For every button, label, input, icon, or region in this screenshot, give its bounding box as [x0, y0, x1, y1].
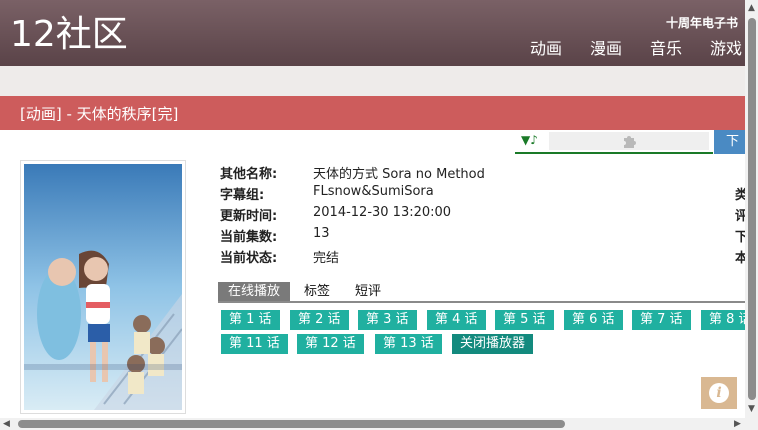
close-player-button[interactable]: 关闭播放器	[452, 334, 534, 354]
info-label: 更新时间:	[220, 209, 278, 224]
anime-info: 其他名称: 天体的方式 Sora no Method 字幕组: FLsnow&S…	[220, 163, 740, 268]
episode-button[interactable]: 第 8 话	[701, 310, 745, 330]
header-band	[0, 66, 758, 96]
player-underline	[515, 152, 713, 154]
episode-button[interactable]: 第 7 话	[632, 310, 691, 330]
info-row-updated: 更新时间: 2014-12-30 13:20:00	[220, 205, 740, 226]
scroll-up-arrow-icon[interactable]: ▲	[748, 3, 755, 13]
episode-button[interactable]: 第 12 话	[297, 334, 364, 354]
nav-item-manga[interactable]: 漫画	[590, 38, 622, 60]
page-title-bar: [动画] - 天体的秩序[完]	[0, 96, 758, 130]
scroll-right-arrow-icon[interactable]: ▶	[734, 419, 741, 429]
info-label: 其他名称:	[220, 167, 278, 182]
info-value: 13	[313, 226, 330, 241]
page-title: [动画] - 天体的秩序[完]	[20, 105, 179, 123]
horizontal-scrollbar[interactable]: ◀ ▶	[0, 418, 745, 430]
info-icon: i	[709, 383, 729, 403]
horizontal-scroll-thumb[interactable]	[18, 420, 565, 428]
info-label: 当前状态:	[220, 251, 278, 266]
episode-button[interactable]: 第 5 话	[495, 310, 554, 330]
episode-button[interactable]: 第 6 话	[564, 310, 623, 330]
info-value[interactable]: FLsnow&SumiSora	[313, 184, 434, 199]
info-float-button[interactable]: i	[701, 377, 737, 409]
tab-online-play[interactable]: 在线播放	[218, 282, 291, 301]
episode-button[interactable]: 第 4 话	[427, 310, 486, 330]
episode-button[interactable]: 第 2 话	[290, 310, 349, 330]
player-toolbar: ▼♪ 下	[515, 130, 745, 154]
scroll-down-arrow-icon[interactable]: ▼	[748, 404, 755, 414]
download-button[interactable]: 下	[714, 130, 745, 154]
site-header: 12社区 十周年电子书 动画 漫画 音乐 游戏	[0, 0, 758, 66]
info-row-subgroup: 字幕组: FLsnow&SumiSora	[220, 184, 740, 205]
tab-tags[interactable]: 标签	[304, 282, 330, 301]
scrollbar-corner	[745, 418, 758, 430]
nav-item-games[interactable]: 游戏	[710, 38, 742, 60]
episode-button[interactable]: 第 11 话	[221, 334, 288, 354]
vertical-scroll-thumb[interactable]	[748, 18, 756, 400]
info-value: 完结	[313, 251, 340, 266]
info-label: 字幕组:	[220, 188, 265, 203]
episode-button[interactable]: 第 1 话	[221, 310, 280, 330]
nav-item-music[interactable]: 音乐	[650, 38, 682, 60]
tab-reviews[interactable]: 短评	[355, 282, 381, 301]
episode-button[interactable]: 第 13 话	[375, 334, 442, 354]
puzzle-icon	[621, 133, 637, 153]
info-row-other-name: 其他名称: 天体的方式 Sora no Method	[220, 163, 740, 184]
nav-item-anime[interactable]: 动画	[530, 38, 562, 60]
music-note-icon[interactable]: ▼♪	[521, 133, 538, 147]
scroll-left-arrow-icon[interactable]: ◀	[3, 419, 10, 429]
info-label: 当前集数:	[220, 230, 278, 245]
content-tabs: 在线播放 标签 短评	[218, 282, 745, 303]
anime-poster	[20, 160, 186, 414]
info-value: 天体的方式 Sora no Method	[313, 167, 485, 182]
plugin-placeholder[interactable]	[549, 132, 709, 150]
main-nav: 动画 漫画 音乐 游戏	[530, 38, 742, 60]
vertical-scrollbar[interactable]: ▲ ▼	[745, 0, 758, 418]
info-value: 2014-12-30 13:20:00	[313, 205, 452, 220]
episode-button[interactable]: 第 3 话	[358, 310, 417, 330]
info-row-status: 当前状态: 完结	[220, 247, 740, 268]
site-logo[interactable]: 12社区	[10, 15, 128, 55]
anniversary-link[interactable]: 十周年电子书	[666, 14, 738, 31]
info-row-episodes: 当前集数: 13	[220, 226, 740, 247]
